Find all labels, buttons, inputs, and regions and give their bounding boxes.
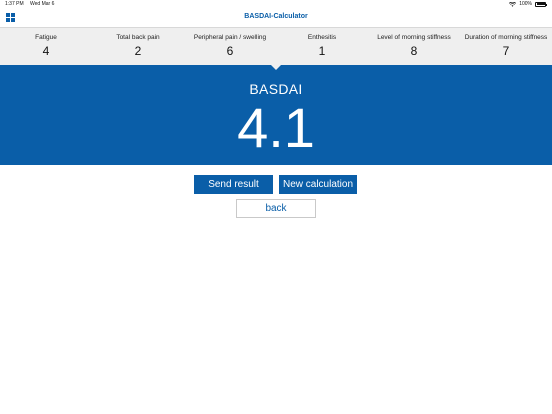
status-date: Wed Mar 6 [30,1,55,7]
score-fatigue: Fatigue 4 [0,28,92,65]
score-value: 2 [134,44,142,58]
page-title: BASDAI-Calculator [244,13,308,20]
status-bar: 1:37 PM Wed Mar 6 100% [0,0,552,9]
score-value: 8 [410,44,418,58]
score-value: 1 [318,44,326,58]
score-morning-stiffness-duration: Duration of morning stiffness 7 [460,28,552,65]
battery-fill [536,3,545,5]
score-morning-stiffness-level: Level of morning stiffness 8 [368,28,460,65]
score-total-back-pain: Total back pain 2 [92,28,184,65]
nav-bar: BASDAI-Calculator [0,9,552,27]
score-label: Total back pain [116,34,160,41]
battery-percent: 100% [519,1,532,7]
status-left: 1:37 PM Wed Mar 6 [5,1,59,7]
score-label: Fatigue [35,34,57,41]
wifi-icon [509,1,517,7]
result-value: 4.1 [237,96,315,159]
status-time: 1:37 PM [5,1,24,7]
back-button[interactable]: back [236,199,316,218]
score-peripheral-pain: Peripheral pain / swelling 6 [184,28,276,65]
score-label: Duration of morning stiffness [464,34,548,41]
battery-icon [535,1,547,7]
score-value: 6 [226,44,234,58]
score-label: Peripheral pain / swelling [193,34,267,41]
score-value: 7 [502,44,510,58]
pointer-triangle [270,64,282,70]
result-label: BASDAI [249,81,303,97]
score-label: Level of morning stiffness [377,34,451,41]
score-summary: Fatigue 4 Total back pain 2 Peripheral p… [0,27,552,65]
score-value: 4 [42,44,50,58]
status-right: 100% [509,1,547,7]
score-label: Enthesitis [307,34,337,41]
result-panel: BASDAI 4.1 [0,64,552,165]
send-result-button[interactable]: Send result [194,175,273,194]
new-calculation-button[interactable]: New calculation [279,175,357,194]
score-enthesitis: Enthesitis 1 [276,28,368,65]
